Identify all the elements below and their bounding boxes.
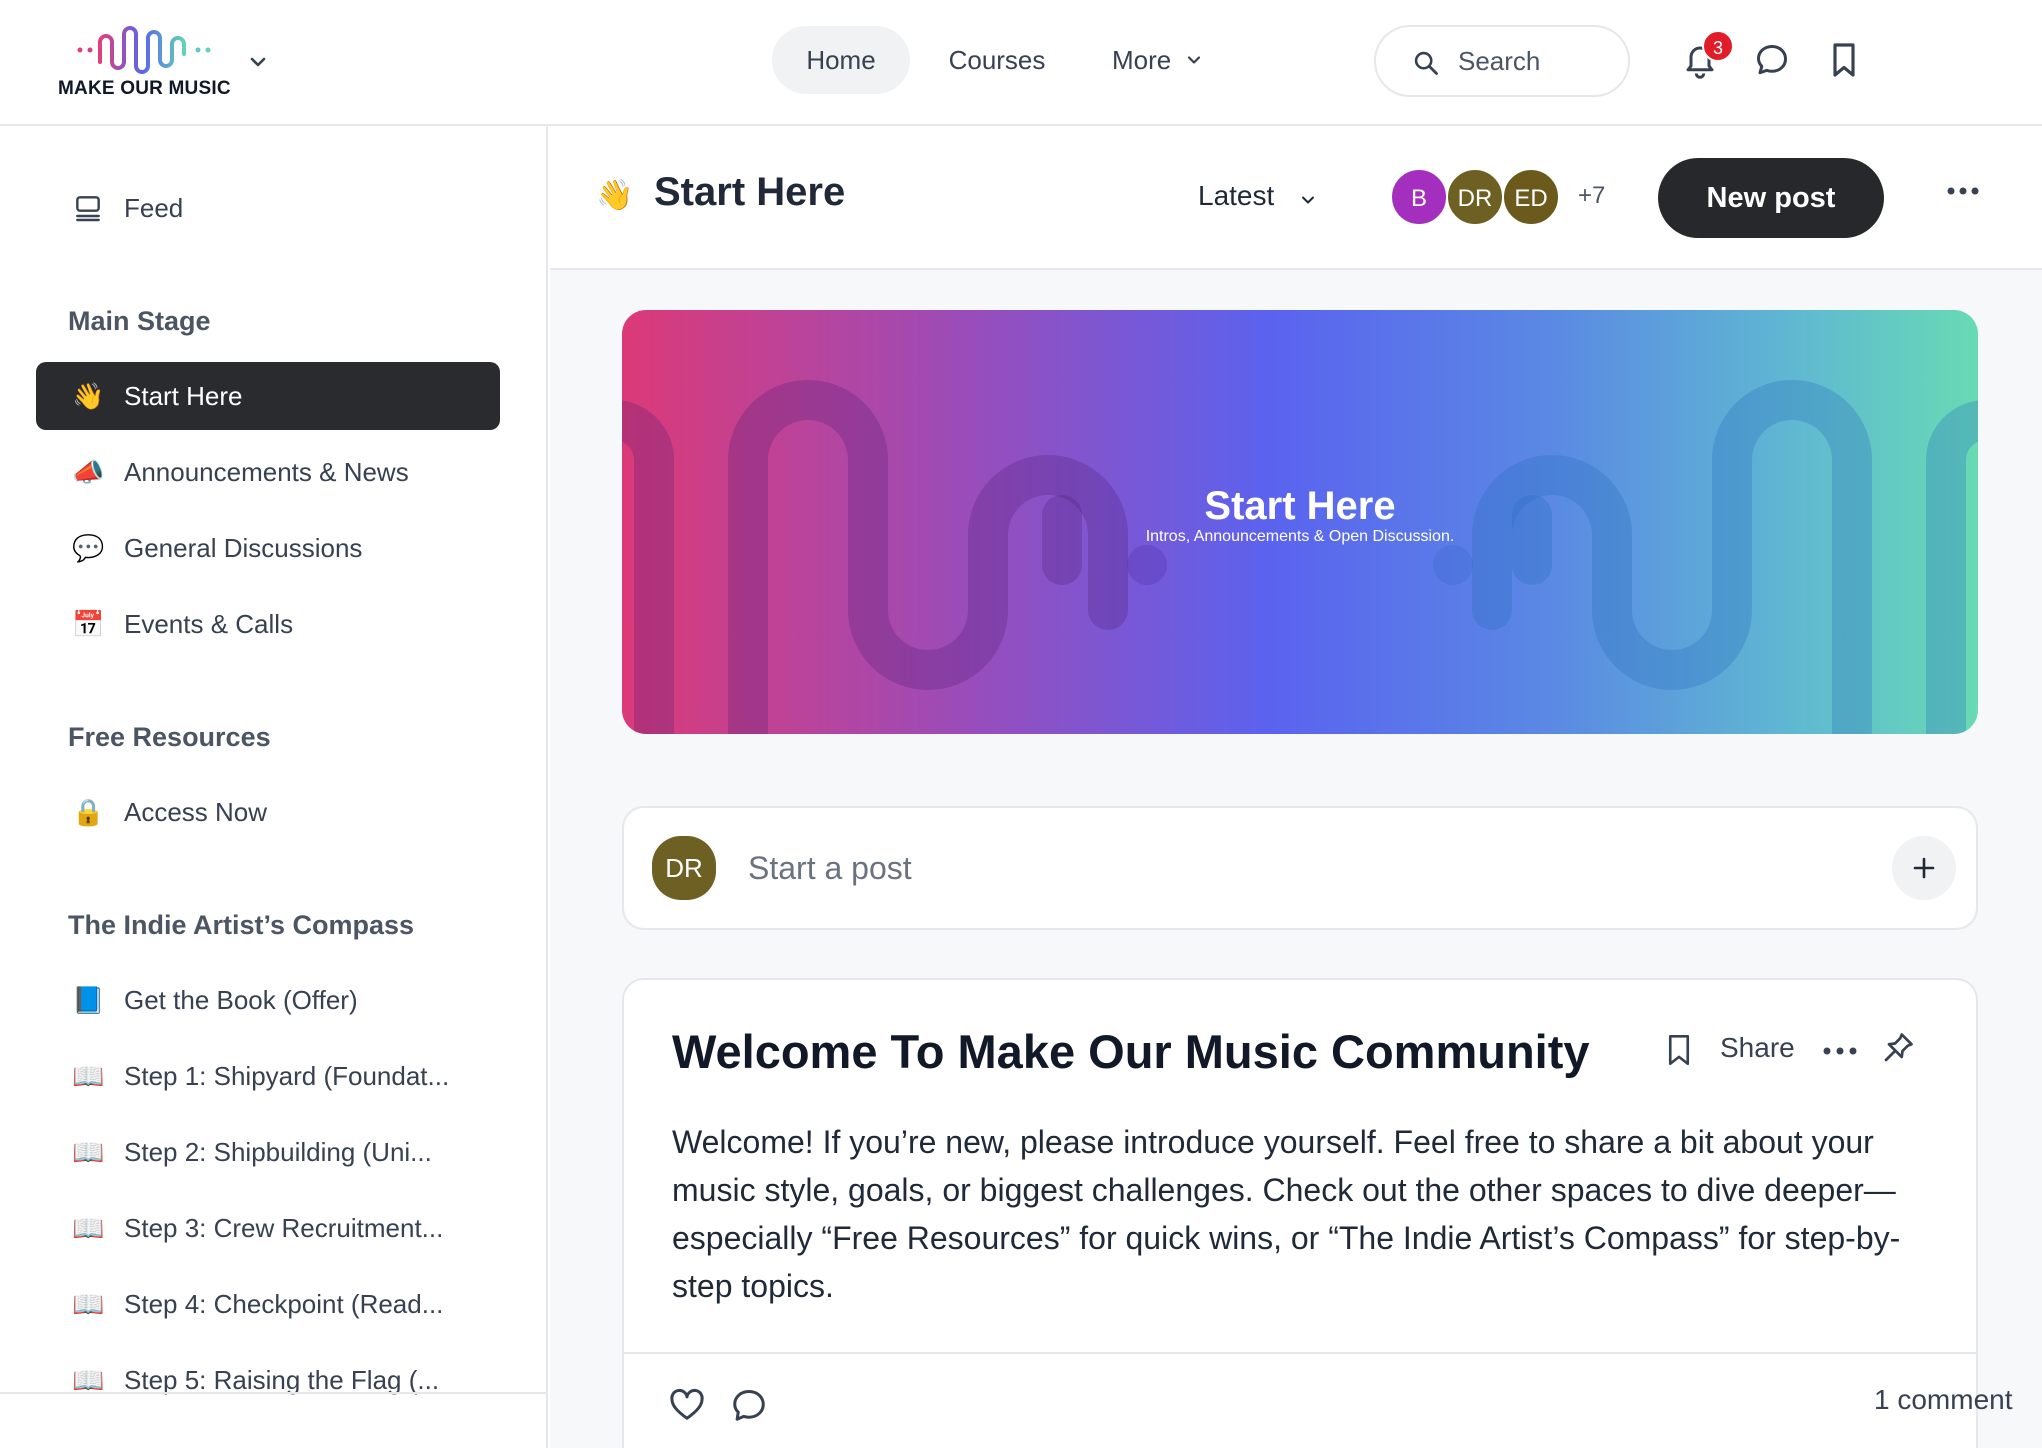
share-button[interactable]: Share [1720,1032,1795,1064]
post-divider [624,1352,1976,1354]
nav-more-label: More [1112,45,1172,75]
sidebar-item-step-4[interactable]: 📖 Step 4: Checkpoint (Read... [36,1270,500,1338]
sidebar-item-get-the-book[interactable]: 📘 Get the Book (Offer) [36,966,500,1034]
sidebar-item-label: Step 1: Shipyard (Foundat... [124,1061,450,1091]
waving-hand-icon: 👋 [596,179,634,212]
nav-courses[interactable]: Courses [922,26,1072,94]
add-attachment-button[interactable] [1892,836,1956,900]
sidebar-item-announcements[interactable]: 📣 Announcements & News [36,438,500,506]
sidebar-item-label: Events & Calls [124,609,294,639]
plus-icon [1913,857,1935,879]
sidebar-item-label: Feed [124,193,184,223]
banner-subtitle: Intros, Announcements & Open Discussion. [1145,528,1455,545]
member-avatar[interactable]: DR [1446,168,1504,226]
avatar: DR [652,836,716,900]
blue-book-icon: 📘 [72,985,105,1015]
chevron-down-icon [1302,196,1314,204]
heart-icon[interactable] [668,1386,706,1422]
logo-wave-icon [77,26,211,74]
sidebar-item-step-3[interactable]: 📖 Step 3: Crew Recruitment... [36,1194,500,1262]
avatar-initials: ED [1514,185,1548,212]
pin-icon[interactable] [1880,1030,1916,1066]
chat-bubble-icon[interactable] [1754,40,1790,80]
sidebar-item-label: Announcements & News [124,457,409,487]
search-label: Search [1458,46,1541,76]
post-composer[interactable]: DR Start a post [622,806,1978,930]
sidebar-item-label: Step 2: Shipbuilding (Uni... [124,1137,432,1167]
open-book-icon: 📖 [72,1137,105,1167]
bookmark-icon[interactable] [1664,1032,1694,1068]
megaphone-icon: 📣 [72,457,105,487]
post-body: Welcome! If you’re new, please introduce… [672,1124,1901,1304]
sidebar-item-label: Get the Book (Offer) [124,985,358,1015]
chevron-down-icon [1187,56,1201,64]
sidebar-item-label: Step 4: Checkpoint (Read... [124,1289,444,1319]
feed-icon [76,196,100,222]
section-heading-free-resources: Free Resources [68,722,271,752]
sidebar-item-label: General Discussions [124,533,363,563]
new-post-button[interactable]: New post [1658,158,1884,238]
member-avatar[interactable]: B [1390,168,1448,226]
sidebar-item-step-2[interactable]: 📖 Step 2: Shipbuilding (Uni... [36,1118,500,1186]
sidebar-item-step-5[interactable]: 📖 Step 5: Raising the Flag (... [36,1346,500,1414]
sort-label: Latest [1198,180,1275,211]
sidebar-item-label: Step 3: Crew Recruitment... [124,1213,444,1243]
sidebar-item-general-discussions[interactable]: 💬 General Discussions [36,514,500,582]
more-options-icon[interactable] [1822,1046,1858,1056]
sidebar: Feed Main Stage 👋 Start Here 📣 Announcem… [0,126,548,1448]
nav-home[interactable]: Home [772,26,910,94]
calendar-icon: 📅 [72,609,105,639]
space-header: 👋 Start Here Latest B DR ED +7 New post [550,126,2042,270]
sidebar-item-step-1[interactable]: 📖 Step 1: Shipyard (Foundat... [36,1042,500,1110]
main-content: 👋 Start Here Latest B DR ED +7 New post [550,126,2042,1448]
avatar-initials: DR [1457,185,1493,212]
more-members-count[interactable]: +7 [1578,182,1605,210]
section-heading-indie-artists-compass: The Indie Artist’s Compass [68,910,415,940]
composer-placeholder[interactable]: Start a post [748,808,912,928]
nav-more[interactable]: More [1082,26,1212,94]
sidebar-item-start-here[interactable]: 👋 Start Here [36,362,500,430]
search-button[interactable]: Search [1374,25,1630,97]
avatar-initials: B [1410,185,1427,212]
top-bar: MAKE OUR MUSIC Home Courses More Search … [0,0,2042,126]
page-title: Start Here [654,170,846,214]
sort-dropdown[interactable]: Latest [1198,180,1314,212]
waving-hand-icon: 👋 [72,381,105,411]
sidebar-item-events-calls[interactable]: 📅 Events & Calls [36,590,500,658]
open-book-icon: 📖 [72,1213,105,1243]
speech-balloon-icon: 💬 [72,533,105,563]
comment-icon[interactable] [730,1386,768,1424]
brand-logo[interactable]: MAKE OUR MUSIC [56,20,234,104]
open-book-icon: 📖 [72,1061,105,1091]
comment-count[interactable]: 1 comment [1874,1384,2013,1416]
sidebar-item-label: Start Here [124,381,243,411]
lock-icon: 🔒 [72,797,105,827]
sidebar-bottom-divider [0,1392,546,1394]
section-heading-main-stage: Main Stage [68,306,211,336]
post-card: Welcome To Make Our Music Community Shar… [622,978,2013,1448]
chevron-down-icon[interactable] [246,50,270,74]
bookmark-icon[interactable] [1826,40,1862,80]
notification-badge: 3 [1702,30,1734,62]
more-options-icon[interactable] [1946,186,1980,196]
sidebar-item-feed[interactable]: Feed [36,174,500,242]
sidebar-item-label: Access Now [124,797,268,827]
space-banner: Start Here Intros, Announcements & Open … [622,310,1978,734]
sidebar-item-label: Step 5: Raising the Flag (... [124,1365,440,1395]
member-avatar[interactable]: ED [1502,168,1560,226]
avatar-initials: DR [665,853,703,883]
logo-text: MAKE OUR MUSIC [58,78,231,99]
sidebar-item-access-now[interactable]: 🔒 Access Now [36,778,500,846]
search-icon [1414,51,1438,75]
banner-title: Start Here [1204,484,1396,528]
open-book-icon: 📖 [72,1289,105,1319]
post-title[interactable]: Welcome To Make Our Music Community [672,1024,1590,1079]
